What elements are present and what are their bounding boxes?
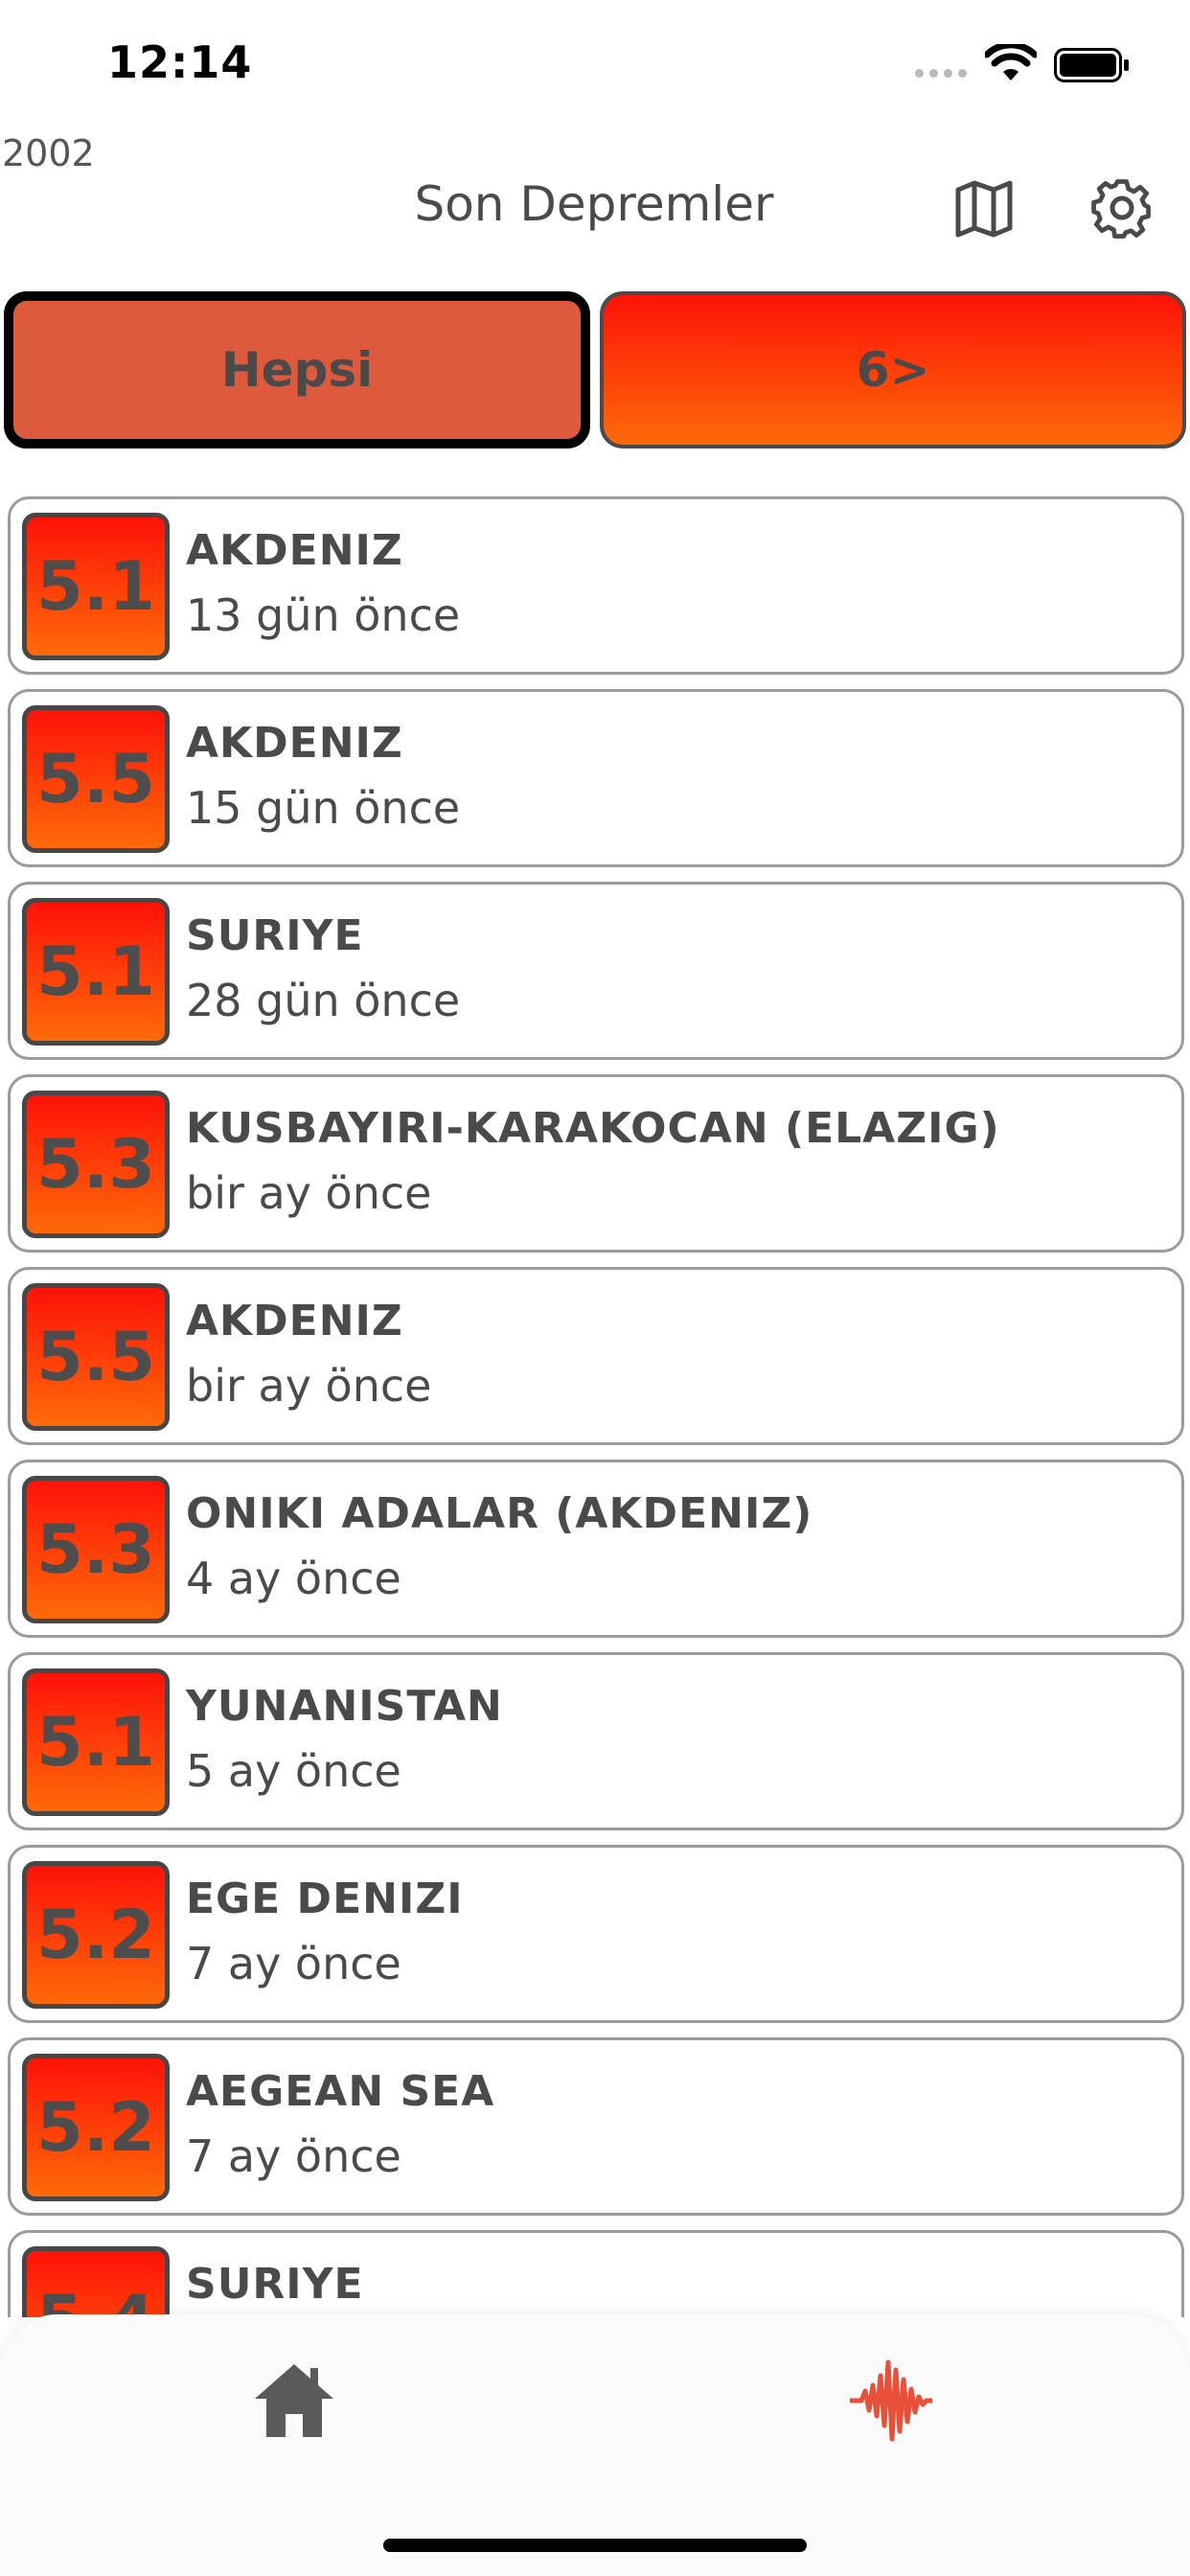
earthquake-list-item[interactable]: 5.1 YUNANISTAN 5 ay önce — [8, 1652, 1184, 1830]
earthquake-list-item[interactable]: 5.4 SURIYE — [8, 2230, 1184, 2317]
earthquake-time-ago: bir ay önce — [186, 1360, 432, 1412]
earthquake-location: EGE DENIZI — [186, 1874, 464, 1923]
magnitude-badge: 5.4 — [22, 2246, 170, 2317]
earthquake-list[interactable]: 5.1 AKDENIZ 13 gün önce 5.5 AKDENIZ 15 g… — [0, 496, 1190, 2317]
settings-button[interactable] — [1087, 172, 1157, 243]
earthquake-time-ago: bir ay önce — [186, 1167, 432, 1219]
magnitude-badge: 5.5 — [22, 1283, 170, 1431]
earthquake-location: KUSBAYIRI-KARAKOCAN (ELAZIG) — [186, 1104, 1000, 1153]
status-bar: 12:14 — [0, 0, 1190, 134]
earthquake-location: SURIYE — [186, 911, 364, 960]
earthquake-list-item[interactable]: 5.5 AKDENIZ bir ay önce — [8, 1267, 1184, 1445]
status-time: 12:14 — [107, 36, 253, 88]
seismic-wave-icon[interactable] — [848, 2358, 934, 2443]
earthquake-list-item[interactable]: 5.2 AEGEAN SEA 7 ay önce — [8, 2037, 1184, 2216]
earthquake-time-ago: 7 ay önce — [186, 1938, 401, 1990]
earthquake-time-ago: 28 gün önce — [186, 975, 461, 1026]
filter-six-plus-button[interactable]: 6> — [600, 291, 1186, 448]
home-indicator — [383, 2539, 807, 2552]
map-icon — [955, 180, 1013, 238]
earthquake-location: AKDENIZ — [186, 719, 403, 768]
gear-icon — [1091, 179, 1151, 239]
magnitude-badge: 5.1 — [22, 513, 170, 660]
earthquake-list-item[interactable]: 5.3 ONIKI ADALAR (AKDENIZ) 4 ay önce — [8, 1460, 1184, 1638]
earthquake-location: AKDENIZ — [186, 1297, 403, 1346]
earthquake-location: AEGEAN SEA — [186, 2067, 495, 2116]
magnitude-badge: 5.1 — [22, 898, 170, 1046]
magnitude-badge: 5.2 — [22, 1861, 170, 2009]
magnitude-badge: 5.5 — [22, 705, 170, 853]
earthquake-location: ONIKI ADALAR (AKDENIZ) — [186, 1489, 813, 1538]
map-button[interactable] — [950, 174, 1018, 242]
earthquake-list-item[interactable]: 5.5 AKDENIZ 15 gün önce — [8, 689, 1184, 867]
earthquake-list-item[interactable]: 5.2 EGE DENIZI 7 ay önce — [8, 1845, 1184, 2023]
earthquake-time-ago: 5 ay önce — [186, 1745, 401, 1797]
magnitude-badge: 5.1 — [22, 1668, 170, 1816]
cellular-signal-icon — [915, 69, 967, 78]
magnitude-badge: 5.3 — [22, 1476, 170, 1623]
tab-bar — [0, 2314, 1190, 2576]
magnitude-badge: 5.2 — [22, 2054, 170, 2201]
corner-number: 2002 — [2, 132, 95, 174]
filter-all-button[interactable]: Hepsi — [4, 291, 590, 448]
earthquake-location: AKDENIZ — [186, 526, 403, 575]
earthquake-time-ago: 15 gün önce — [186, 782, 461, 834]
earthquake-location: SURIYE — [186, 2260, 364, 2309]
earthquake-location: YUNANISTAN — [186, 1682, 503, 1731]
earthquake-list-item[interactable]: 5.1 SURIYE 28 gün önce — [8, 882, 1184, 1060]
magnitude-badge: 5.3 — [22, 1091, 170, 1238]
page-title: Son Depremler — [414, 176, 774, 232]
earthquake-list-item[interactable]: 5.3 KUSBAYIRI-KARAKOCAN (ELAZIG) bir ay … — [8, 1074, 1184, 1253]
wifi-icon — [985, 44, 1037, 80]
earthquake-time-ago: 7 ay önce — [186, 2130, 401, 2182]
earthquake-time-ago: 4 ay önce — [186, 1552, 401, 1604]
earthquake-time-ago: 13 gün önce — [186, 589, 461, 641]
battery-icon — [1054, 48, 1129, 82]
earthquake-list-item[interactable]: 5.1 AKDENIZ 13 gün önce — [8, 496, 1184, 675]
home-icon[interactable] — [251, 2362, 337, 2439]
